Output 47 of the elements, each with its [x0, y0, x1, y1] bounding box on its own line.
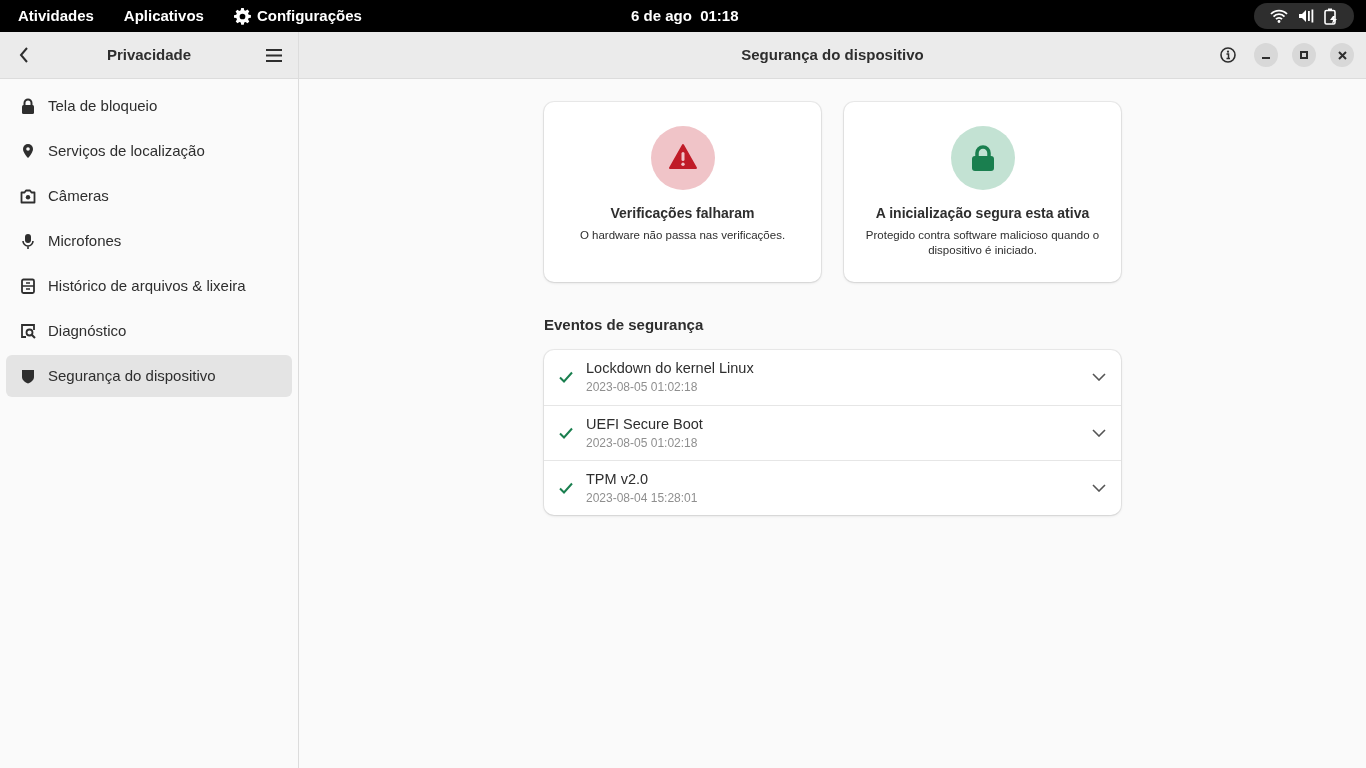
event-row[interactable]: Lockdown do kernel Linux 2023-08-05 01:02:18: [544, 349, 1121, 405]
info-icon: [1220, 47, 1236, 63]
shield-icon: [20, 368, 36, 384]
sidebar-item[interactable]: Tela de bloqueio: [6, 85, 292, 127]
clock[interactable]: 6 de ago 01:18: [631, 4, 739, 28]
magnifier-screen-icon: [20, 323, 36, 339]
sidebar-item[interactable]: Segurança do dispositivo: [6, 355, 292, 397]
maximize-button[interactable]: [1292, 43, 1316, 67]
minimize-button[interactable]: [1254, 43, 1278, 67]
sidebar-item[interactable]: Serviços de localização: [6, 130, 292, 172]
gear-icon: [233, 7, 251, 25]
maximize-icon: [1300, 51, 1308, 59]
card-description: O hardware não passa nas verificações.: [579, 228, 786, 243]
battery-charging-icon: [1324, 7, 1338, 25]
sidebar-item[interactable]: Microfones: [6, 220, 292, 262]
card-title: A inicialização segura esta ativa: [875, 204, 1090, 223]
window-title: Segurança do dispositivo: [741, 44, 924, 65]
sidebar-item[interactable]: Câmeras: [6, 175, 292, 217]
system-status-menu[interactable]: [1254, 3, 1354, 29]
event-timestamp: 2023-08-05 01:02:18: [586, 379, 699, 395]
section-heading: Eventos de segurança: [544, 315, 705, 335]
applications-menu[interactable]: Aplicativos: [123, 4, 204, 28]
location-pin-icon: [20, 143, 36, 159]
card-title: Verificações falharam: [610, 204, 755, 223]
event-name: TPM v2.0: [586, 469, 650, 488]
event-name: UEFI Secure Boot: [586, 414, 704, 433]
event-row[interactable]: UEFI Secure Boot 2023-08-05 01:02:18: [544, 404, 1121, 460]
sidebar-item[interactable]: Histórico de arquivos & lixeira: [6, 265, 292, 307]
activities-button[interactable]: Atividades: [18, 4, 94, 28]
wifi-icon: [1270, 9, 1288, 23]
sidebar-item[interactable]: Diagnóstico: [6, 310, 292, 352]
microphone-icon: [20, 233, 36, 249]
card-description: Protegido contra software malicioso quando o dispositivo é iniciado.: [864, 228, 1101, 258]
event-name: Lockdown do kernel Linux: [586, 359, 755, 377]
sidebar-title: Privacidade: [105, 44, 193, 65]
menu-icon: [266, 48, 282, 62]
event-row[interactable]: TPM v2.0 2023-08-04 15:28:01: [544, 459, 1121, 515]
camera-icon: [20, 188, 36, 204]
close-button[interactable]: [1330, 43, 1354, 67]
event-timestamp: 2023-08-05 01:02:18: [586, 434, 699, 451]
app-menu[interactable]: Configurações: [256, 4, 362, 28]
menu-button[interactable]: [266, 47, 282, 63]
volume-icon: [1298, 8, 1314, 24]
lock-icon: [20, 98, 36, 114]
file-cabinet-icon: [20, 278, 36, 294]
event-timestamp: 2023-08-04 15:28:01: [586, 489, 699, 506]
close-icon: [1337, 50, 1347, 60]
